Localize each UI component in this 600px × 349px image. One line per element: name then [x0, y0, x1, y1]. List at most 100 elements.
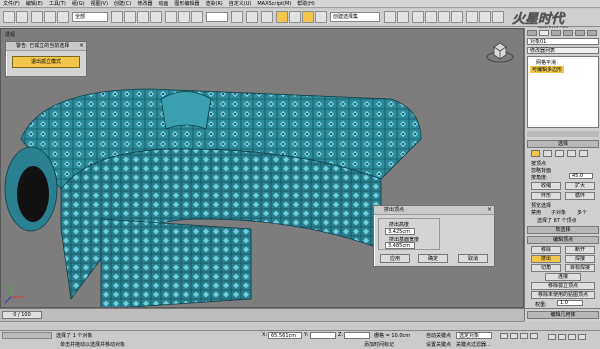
- modifier-list-select[interactable]: 修改器列表: [527, 47, 599, 54]
- mirror-icon[interactable]: [384, 11, 396, 23]
- menu-item[interactable]: 动画: [158, 0, 168, 7]
- prev-frame-icon[interactable]: [510, 333, 518, 339]
- preview-off-radio[interactable]: 禁用: [531, 209, 541, 216]
- angle-snap-icon[interactable]: [289, 11, 301, 23]
- cancel-button[interactable]: 取消: [458, 254, 488, 263]
- percent-snap-icon[interactable]: [302, 11, 314, 23]
- motion-tab-icon[interactable]: [563, 30, 573, 36]
- rectangle-selection-icon[interactable]: [137, 11, 149, 23]
- polygon-mode-icon[interactable]: [567, 150, 576, 157]
- perspective-viewport[interactable]: 透视 警告: 已孤立的当前选择 × 退出孤立模式 挤出顶点 × 挤出高度 3.4…: [0, 28, 524, 308]
- remove-isolated-button[interactable]: 移除孤立顶点: [531, 282, 595, 290]
- selection-rollout-header[interactable]: 选择: [527, 140, 599, 148]
- selected-object-select[interactable]: 选定对象: [456, 332, 492, 339]
- by-vertex-checkbox[interactable]: 按顶点: [531, 160, 546, 167]
- extrude-height-input[interactable]: 3.425cm: [385, 228, 415, 235]
- next-frame-icon[interactable]: [530, 333, 538, 339]
- x-coordinate-input[interactable]: 65.561cm: [268, 332, 302, 339]
- viewcube-icon[interactable]: [485, 37, 515, 65]
- rotate-icon[interactable]: [178, 11, 190, 23]
- menu-item[interactable]: 修改器: [137, 0, 152, 7]
- add-time-tag-button[interactable]: 添加时间标记: [364, 341, 394, 348]
- menu-item[interactable]: MAXScript(M): [257, 1, 291, 7]
- edit-geometry-rollout-header[interactable]: 编辑几何体: [527, 311, 599, 319]
- close-icon[interactable]: ×: [487, 206, 492, 213]
- extrude-base-width-input[interactable]: 3.485cm: [385, 242, 415, 249]
- set-key-button[interactable]: 设置关键点: [426, 341, 451, 348]
- select-manipulate-icon[interactable]: [246, 11, 258, 23]
- ignore-backfacing-checkbox[interactable]: 忽略背面: [531, 167, 551, 174]
- grow-button[interactable]: 扩大: [565, 182, 595, 190]
- align-icon[interactable]: [397, 11, 409, 23]
- break-button[interactable]: 断开: [565, 246, 595, 254]
- play-icon[interactable]: [520, 333, 528, 339]
- pivot-center-icon[interactable]: [231, 11, 243, 23]
- preview-multi-radio[interactable]: 多个: [577, 209, 587, 216]
- loop-button[interactable]: 循环: [565, 192, 595, 200]
- timeline[interactable]: 0 / 100 编辑几何体: [0, 308, 600, 321]
- menu-item[interactable]: 组(G): [72, 0, 85, 7]
- stack-item-meshsmooth[interactable]: 网格平滑: [536, 59, 556, 66]
- element-mode-icon[interactable]: [579, 150, 588, 157]
- redo-icon[interactable]: [16, 11, 28, 23]
- exit-isolate-button[interactable]: 退出孤立模式: [12, 56, 80, 68]
- weight-input[interactable]: 1.0: [557, 300, 583, 306]
- utilities-tab-icon[interactable]: [587, 30, 597, 36]
- maxscript-listener[interactable]: [2, 332, 52, 339]
- menu-item[interactable]: 自定义(U): [229, 0, 252, 7]
- shrink-button[interactable]: 收缩: [531, 182, 561, 190]
- remove-unused-map-button[interactable]: 移除未使用的贴图顶点: [531, 291, 595, 299]
- object-name-field[interactable]: 对象01: [527, 38, 599, 45]
- orbit-icon[interactable]: [578, 334, 586, 340]
- soft-selection-rollout-header[interactable]: 软选择: [527, 226, 599, 234]
- quick-render-icon[interactable]: [492, 11, 504, 23]
- connect-button[interactable]: 连接: [545, 273, 581, 281]
- menu-item[interactable]: 渲染(R): [205, 0, 222, 7]
- create-tab-icon[interactable]: [527, 30, 537, 36]
- render-setup-icon[interactable]: [466, 11, 478, 23]
- preview-subobject-radio[interactable]: 子对象: [551, 209, 566, 216]
- display-tab-icon[interactable]: [575, 30, 585, 36]
- remove-button[interactable]: 移除: [531, 246, 561, 254]
- bind-space-warp-icon[interactable]: [57, 11, 69, 23]
- zoom-all-icon[interactable]: [558, 334, 566, 340]
- selection-filter-select[interactable]: 全部: [72, 12, 108, 22]
- schematic-view-icon[interactable]: [438, 11, 450, 23]
- snap-toggle-icon[interactable]: [276, 11, 288, 23]
- undo-icon[interactable]: [3, 11, 15, 23]
- z-coordinate-input[interactable]: [344, 332, 370, 339]
- menu-item[interactable]: 工具(T): [49, 0, 66, 7]
- extrude-button[interactable]: 挤出: [531, 255, 561, 263]
- goto-start-icon[interactable]: [500, 333, 508, 339]
- select-object-icon[interactable]: [111, 11, 123, 23]
- curve-editor-icon[interactable]: [425, 11, 437, 23]
- time-slider[interactable]: 0 / 100: [2, 311, 42, 319]
- material-editor-icon[interactable]: [451, 11, 463, 23]
- layer-manager-icon[interactable]: [412, 11, 424, 23]
- scale-icon[interactable]: [191, 11, 203, 23]
- auto-key-button[interactable]: 自动关键点: [426, 332, 451, 339]
- border-mode-icon[interactable]: [555, 150, 564, 157]
- chamfer-button[interactable]: 切角: [531, 264, 561, 272]
- unlink-icon[interactable]: [44, 11, 56, 23]
- menu-item[interactable]: 视图(V): [91, 0, 108, 7]
- window-crossing-icon[interactable]: [150, 11, 162, 23]
- menu-item[interactable]: 图形编辑器: [174, 0, 199, 7]
- move-icon[interactable]: [165, 11, 177, 23]
- apply-button[interactable]: 应用: [380, 254, 410, 263]
- modify-tab-icon[interactable]: [539, 30, 549, 36]
- stack-item-editable-poly[interactable]: 可编辑多边形: [530, 66, 565, 73]
- close-icon[interactable]: ×: [79, 42, 84, 49]
- hierarchy-tab-icon[interactable]: [551, 30, 561, 36]
- y-coordinate-input[interactable]: [310, 332, 336, 339]
- edit-vertices-rollout-header[interactable]: 编辑顶点: [527, 236, 599, 244]
- zoom-icon[interactable]: [548, 334, 556, 340]
- weld-button[interactable]: 焊接: [565, 255, 595, 263]
- menu-item[interactable]: 创建(C): [114, 0, 131, 7]
- target-weld-button[interactable]: 目标焊接: [565, 264, 595, 272]
- key-filters-button[interactable]: 关键点过滤器...: [456, 341, 491, 348]
- rendered-frame-icon[interactable]: [479, 11, 491, 23]
- named-selection-select[interactable]: 创建选择集: [330, 12, 380, 22]
- spinner-snap-icon[interactable]: [315, 11, 327, 23]
- vertex-mode-icon[interactable]: [531, 150, 540, 157]
